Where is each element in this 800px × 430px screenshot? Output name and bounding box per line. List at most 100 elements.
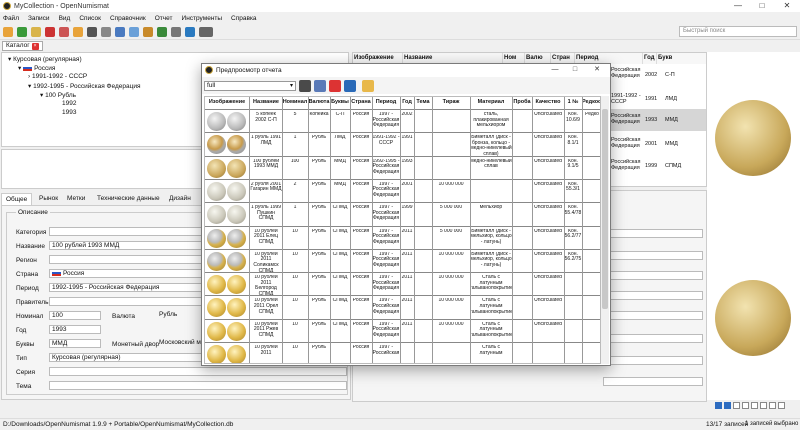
page-dot[interactable] — [760, 402, 767, 409]
tab-design[interactable]: Дизайн — [165, 193, 195, 205]
dialog-close-button[interactable]: ✕ — [586, 64, 608, 76]
tab-technical[interactable]: Технические данные — [93, 193, 164, 205]
menu-report[interactable]: Отчет — [155, 15, 173, 22]
col-letters[interactable]: Букв — [657, 53, 706, 64]
filter-icon[interactable] — [87, 26, 97, 37]
subject-field[interactable] — [49, 381, 347, 390]
extra-field[interactable] — [603, 311, 703, 320]
close-button[interactable]: ✕ — [776, 0, 798, 12]
page-dot[interactable] — [733, 402, 740, 409]
report-cell-empty — [512, 135, 532, 155]
report-cell-material: Биметалл (диск - мельхиор, кольцо - лату… — [470, 228, 512, 245]
dialog-maximize-button[interactable]: □ — [564, 64, 586, 76]
template-select[interactable]: full ▾ — [204, 81, 296, 91]
list-view-icon[interactable] — [115, 26, 125, 37]
tab-general[interactable]: Общее — [1, 193, 33, 205]
report-icon[interactable] — [157, 26, 167, 37]
quick-search-input[interactable]: Быстрый поиск — [679, 26, 797, 37]
menu-records[interactable]: Записи — [28, 15, 50, 22]
page-dot[interactable] — [769, 402, 776, 409]
currency-field[interactable]: Рубль — [157, 311, 202, 320]
export-html-icon[interactable] — [314, 80, 326, 92]
open-icon[interactable] — [3, 26, 13, 37]
report-table[interactable]: Изображение Название Номинал Валюта Букв… — [204, 96, 601, 364]
menu-view[interactable]: Вид — [59, 15, 71, 22]
report-row: 10 рублей 2011 Соликамск СПМД 10 Рубль СПМД… — [205, 248, 600, 272]
add-icon[interactable] — [17, 26, 27, 37]
tree-value[interactable]: ▾ 100 Рубль — [40, 91, 76, 99]
report-cell-quality: Uncirculated — [534, 112, 562, 117]
series-field[interactable] — [49, 367, 347, 376]
tree-period-ussr[interactable]: › 1991-1992 - СССР — [28, 73, 87, 80]
tree-year-1992[interactable]: 1992 — [62, 100, 76, 107]
report-cell-rarity: Редко — [585, 112, 599, 117]
report-row: 1 рубль 1999 Пушкин СПМД 1 Рубль СПМД Россия… — [205, 202, 600, 225]
report-scrollbar-thumb[interactable] — [602, 109, 608, 309]
page-dot[interactable] — [751, 402, 758, 409]
value-field[interactable]: 100 — [49, 311, 101, 320]
extra-field[interactable] — [603, 229, 703, 238]
report-cell-quality: Uncirculated — [534, 251, 562, 257]
minimize-button[interactable]: — — [727, 0, 749, 12]
export-pdf-icon[interactable] — [329, 80, 341, 92]
menu-tools[interactable]: Инструменты — [182, 15, 223, 22]
tab-tags[interactable]: Метки — [63, 193, 89, 205]
cell-period: Российская Федерация — [611, 113, 641, 125]
extra-field[interactable] — [603, 334, 703, 343]
paste-icon[interactable] — [73, 26, 83, 37]
tree-period-rf[interactable]: ▾ 1992-1995 - Российская Федерация — [28, 82, 140, 90]
tab-market[interactable]: Рынок — [35, 193, 62, 205]
page-dot[interactable] — [724, 402, 731, 409]
page-dot[interactable] — [778, 402, 785, 409]
dialog-minimize-button[interactable]: — — [544, 64, 566, 76]
coin-obverse-image[interactable] — [715, 100, 791, 176]
menu-list[interactable]: Список — [79, 15, 101, 22]
delete-icon[interactable] — [45, 26, 55, 37]
letters-field[interactable]: ММД — [49, 339, 101, 348]
mint-field[interactable]: Московский мо — [157, 339, 202, 348]
grid-line — [532, 97, 533, 363]
col-year[interactable]: Год — [643, 53, 657, 64]
web-icon[interactable] — [185, 26, 195, 37]
link-icon[interactable] — [171, 26, 181, 37]
extra-field[interactable] — [603, 271, 703, 280]
page-dot[interactable] — [742, 402, 749, 409]
coin-obverse-thumb — [207, 112, 226, 131]
layout-icon[interactable] — [199, 26, 213, 37]
extra-field[interactable] — [603, 251, 703, 260]
tree-root[interactable]: ▾ Курсовая (регулярная) — [8, 55, 82, 63]
menu-file[interactable]: Файл — [3, 15, 19, 22]
tree-year-1993[interactable]: 1993 — [62, 109, 76, 116]
report-cell-empty — [414, 229, 432, 249]
settings-icon[interactable] — [101, 26, 111, 37]
extra-field[interactable] — [603, 356, 703, 365]
copy-icon[interactable] — [59, 26, 69, 37]
extra-field[interactable] — [603, 291, 703, 300]
tab-catalog[interactable]: Каталог × — [2, 41, 43, 51]
card-view-icon[interactable] — [143, 26, 153, 37]
close-tab-icon[interactable]: × — [31, 43, 39, 50]
pager — [715, 402, 787, 410]
copy-icon[interactable] — [362, 80, 374, 92]
edit-icon[interactable] — [31, 26, 41, 37]
export-word-icon[interactable] — [344, 80, 356, 92]
coin-reverse-image[interactable] — [715, 280, 791, 356]
menu-reference[interactable]: Справочник — [110, 15, 146, 22]
extra-field[interactable] — [603, 377, 703, 386]
report-cell-value: 5 — [293, 112, 297, 117]
maximize-button[interactable]: □ — [751, 0, 773, 12]
report-cell-rarity — [582, 298, 600, 318]
grid-line — [582, 97, 583, 363]
menu-help[interactable]: Справка — [231, 15, 257, 22]
report-cell-num — [564, 322, 582, 342]
tree-country[interactable]: ▾ Россия — [18, 64, 55, 72]
report-cell-period: 1997 - Российская Федерация — [372, 321, 400, 338]
type-label: Тип — [16, 355, 27, 362]
print-icon[interactable] — [299, 80, 311, 92]
year-field[interactable]: 1993 — [49, 325, 101, 334]
coin-images-pane — [707, 52, 800, 400]
table-view-icon[interactable] — [129, 26, 139, 37]
report-cell-material: сталь, плакированная мельхиором — [473, 112, 509, 129]
coin-reverse-thumb — [227, 158, 246, 178]
page-dot[interactable] — [715, 402, 722, 409]
